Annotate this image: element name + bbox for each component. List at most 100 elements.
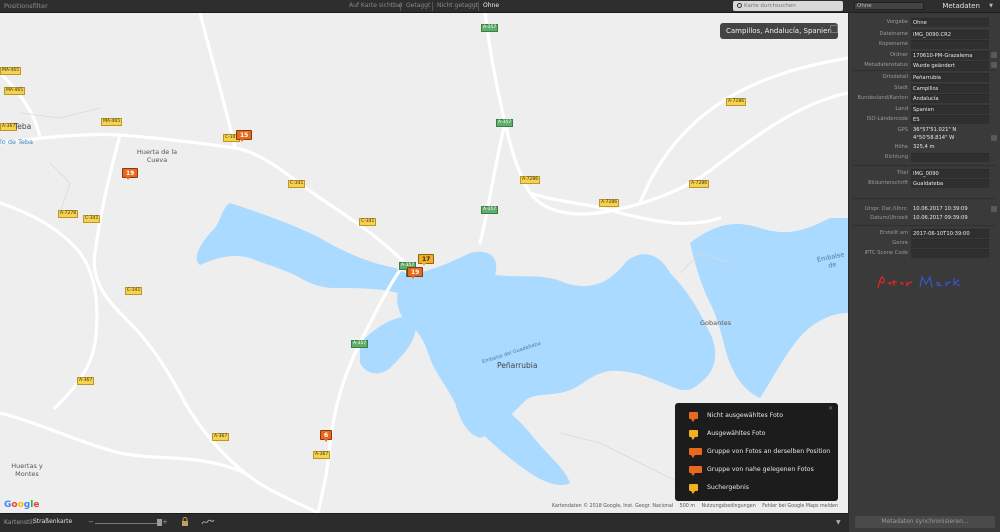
map-search-input[interactable]: [744, 1, 840, 11]
zoom-in-icon[interactable]: +: [162, 518, 168, 526]
metadata-field-value: 4°50'58.814" W: [913, 135, 955, 141]
metadata-field-value[interactable]: Ohne: [911, 18, 989, 27]
lightroom-map-module: Positionsfilter Auf Karte sichtbar Getag…: [0, 0, 1000, 532]
legend-item: Nicht ausgewähltes Foto: [689, 410, 783, 422]
metadata-panel-header: Ohne Metadaten ▼: [849, 0, 1000, 13]
metadata-view-select[interactable]: Ohne: [854, 2, 924, 10]
metadata-field-label: Urspr. Dat./Uhrz.: [864, 206, 908, 212]
zoom-out-icon[interactable]: −: [88, 518, 94, 526]
reservoir-arm-south: [455, 403, 570, 485]
place-label: Gobantes: [700, 319, 732, 327]
road-label: A-7286: [520, 176, 541, 184]
filter-none[interactable]: Ohne: [483, 2, 499, 9]
metadata-field-label: Bundesland/Kanton: [857, 95, 908, 101]
metadata-field-label: Ordner: [889, 52, 908, 58]
metadata-field-row: Bundesland/Kanton Andalucía: [849, 94, 1000, 104]
search-icon: [737, 3, 742, 8]
metadata-field-value[interactable]: [911, 249, 989, 258]
field-action-icon[interactable]: [991, 62, 997, 68]
metadata-field-label: Titel: [896, 170, 908, 176]
photo-cluster-marker[interactable]: 19: [122, 168, 139, 180]
metadata-field-value[interactable]: [911, 153, 989, 162]
place-label: Teba: [14, 122, 32, 131]
metadata-field-value[interactable]: Andalucía: [911, 94, 989, 103]
map-style-select[interactable]: Straßenkarte: [33, 518, 72, 525]
group-nearby-icon: [689, 466, 702, 476]
location-filter-title: Positionsfilter: [4, 2, 48, 10]
metadata-field-row: Vorgabe Ohne: [849, 18, 1000, 28]
report-error-link[interactable]: Fehler bei Google Maps melden: [762, 504, 838, 509]
field-action-icon[interactable]: [991, 135, 997, 141]
filter-visible-on-map[interactable]: Auf Karte sichtbar: [349, 2, 403, 9]
photo-cluster-marker[interactable]: 15: [236, 130, 253, 142]
metadata-field-label: Erstellt am: [879, 230, 908, 236]
map-style-label: Kartenstil:: [4, 519, 35, 526]
road-label: C-341: [288, 180, 306, 188]
metadata-field-label: Ortsdetail: [882, 74, 908, 80]
metadata-field-label: Land: [895, 106, 908, 112]
chevron-down-icon[interactable]: ▼: [836, 519, 841, 526]
metadata-field-row: Dateiname IMG_0090.CR2: [849, 30, 1000, 40]
road-label: A-367: [313, 451, 331, 459]
road-label: A-357: [481, 24, 499, 32]
photo-cluster-marker-selected[interactable]: 17: [418, 254, 435, 266]
road-label: A-357: [351, 340, 369, 348]
metadata-field-value[interactable]: 170610-PM-Grazalema: [911, 51, 989, 60]
metadata-field-value[interactable]: IMG_0090.CR2: [911, 30, 989, 39]
filter-untagged[interactable]: Nicht getaggt: [437, 2, 478, 9]
road-label: A-367: [212, 433, 230, 441]
close-icon[interactable]: ×: [828, 405, 833, 412]
reservoir-arm-east: [690, 218, 848, 398]
section-divider: [853, 165, 996, 166]
metadata-field-row: Land Spanien: [849, 105, 1000, 115]
metadata-field-row: Erstellt am 2017-06-10T10:39:00: [849, 229, 1000, 239]
road-label: A-357: [481, 206, 499, 214]
metadata-field-value[interactable]: Campillos: [911, 84, 989, 93]
field-action-icon[interactable]: [991, 206, 997, 212]
legend-item: Suchergebnis: [689, 482, 749, 494]
metadata-field-value[interactable]: Spanien: [911, 105, 989, 114]
legend-item: Gruppe von Fotos an derselben Position: [689, 446, 830, 458]
metadata-field-value[interactable]: [911, 40, 989, 49]
metadata-field-label: Metadatenstatus: [864, 62, 908, 68]
location-info-badge: Campillos, Andalucía, Spanien: [720, 23, 838, 39]
signature-watermark: [877, 275, 961, 289]
photo-cluster-marker[interactable]: 19: [407, 267, 424, 279]
metadata-field-row: Ortsdetail Peñarrubia: [849, 73, 1000, 83]
map-search-box[interactable]: [733, 1, 843, 11]
map-view[interactable]: A-357 A-357 A-357 A-357 A-7286 A-7286 A-…: [0, 13, 848, 513]
section-divider: [853, 70, 996, 71]
terms-link[interactable]: Nutzungsbedingungen: [702, 504, 756, 509]
filter-tagged[interactable]: Getaggt: [406, 2, 430, 9]
collapse-triangle-icon[interactable]: ▼: [989, 3, 993, 9]
legend-item: Gruppe von nahe gelegenen Fotos: [689, 464, 814, 476]
road-label: A-357: [496, 119, 514, 127]
metadata-field-value[interactable]: Gualdateba: [911, 179, 989, 188]
tracklog-icon[interactable]: [201, 518, 215, 526]
place-label: Huerta de la Cueva: [136, 148, 178, 164]
metadata-field-value[interactable]: 2017-06-10T10:39:00: [911, 229, 989, 238]
reservoir-water: [196, 203, 716, 438]
road-label: A-7286: [726, 98, 747, 106]
filter-separator: [432, 2, 433, 11]
scale-label: 500 m: [679, 504, 695, 509]
sync-metadata-button[interactable]: Metadaten synchronisieren...: [855, 516, 995, 528]
road-label: MA-465: [101, 118, 123, 126]
metadata-field-value[interactable]: Wurde geändert: [911, 61, 989, 70]
fullscreen-icon[interactable]: [830, 25, 838, 33]
metadata-field-value[interactable]: ES: [911, 115, 989, 124]
metadata-field-value[interactable]: Peñarrubia: [911, 73, 989, 82]
lock-icon[interactable]: [181, 517, 189, 527]
section-divider: [853, 225, 996, 226]
metadata-field-value[interactable]: IMG_0090: [911, 169, 989, 178]
zoom-slider[interactable]: [95, 523, 161, 524]
metadata-field-label: Kopiename: [879, 41, 908, 47]
legend-item: Ausgewähltes Foto: [689, 428, 765, 440]
road-label: A-7286: [599, 199, 620, 207]
field-action-icon[interactable]: [991, 52, 997, 58]
metadata-field-row: Titel IMG_0090: [849, 169, 1000, 179]
place-label: Peñarrubia: [497, 361, 538, 370]
metadata-field-value[interactable]: [911, 239, 989, 248]
photo-cluster-marker[interactable]: 6: [320, 430, 333, 442]
selected-photo-icon: [689, 430, 698, 440]
